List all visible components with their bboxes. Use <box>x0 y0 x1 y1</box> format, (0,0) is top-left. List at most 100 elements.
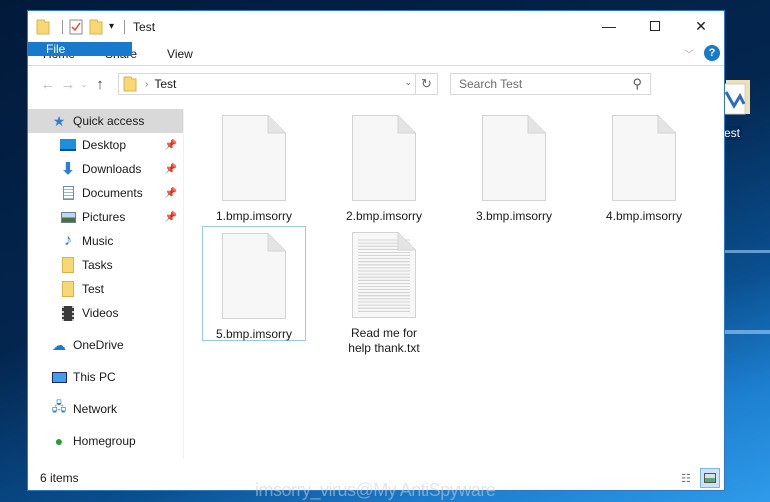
desktop-light-beam <box>720 250 770 253</box>
recent-locations-icon[interactable]: ⌄ <box>78 80 90 89</box>
sidebar-item-label: Documents <box>82 186 143 200</box>
maximize-icon <box>650 21 660 31</box>
computer-icon <box>50 369 68 385</box>
pictures-icon <box>59 209 77 225</box>
forward-arrow-icon[interactable]: → <box>58 76 78 93</box>
tab-file[interactable]: File <box>28 42 132 56</box>
desktop-icon <box>59 137 77 153</box>
sidebar-item-pictures[interactable]: Pictures 📌 <box>28 205 183 229</box>
address-dropdown-icon[interactable]: ⌄ <box>404 77 412 88</box>
film-strip-icon <box>59 305 77 321</box>
sidebar-item-label: Quick access <box>73 114 145 128</box>
file-name: 2.bmp.imsorry <box>345 209 422 223</box>
status-item-count: 6 items <box>40 471 79 485</box>
details-view-button[interactable]: ☷ <box>676 468 696 488</box>
search-input[interactable]: Search Test ⚲ <box>450 73 651 95</box>
sidebar-item-homegroup[interactable]: ● Homegroup <box>28 429 183 453</box>
sidebar-item-label: Desktop <box>82 138 127 152</box>
maximize-button[interactable] <box>632 11 678 41</box>
ribbon-tabs: File Home Share View ﹀ ? <box>28 42 724 66</box>
sidebar-item-downloads[interactable]: ⬇ Downloads 📌 <box>28 157 183 181</box>
sidebar-item-label: OneDrive <box>73 338 124 352</box>
sidebar-item-test[interactable]: Test <box>28 277 183 301</box>
separator <box>124 19 126 34</box>
folder-icon[interactable] <box>36 19 50 35</box>
file-item[interactable]: Read me for help thank.txt <box>332 232 436 356</box>
back-arrow-icon[interactable]: ← <box>38 76 58 93</box>
tab-view[interactable]: View <box>152 42 208 65</box>
file-name: 3.bmp.imsorry <box>475 209 552 223</box>
file-explorer-window: ▾ Test — ✕ File Home Share View ﹀ ? ← → … <box>27 10 725 491</box>
folder-icon <box>59 281 77 297</box>
new-folder-icon[interactable] <box>89 19 103 35</box>
window-title: Test <box>133 19 156 34</box>
blank-file-icon <box>222 115 286 201</box>
folder-icon <box>123 76 137 92</box>
customize-toolbar-icon[interactable]: ▾ <box>109 21 114 32</box>
navigation-bar: ← → ⌄ ↑ › Test ⌄ ↻ Search Test ⚲ <box>28 66 724 102</box>
large-icons-view-icon <box>704 473 716 483</box>
sidebar-item-videos[interactable]: Videos <box>28 301 183 325</box>
file-name: 5.bmp.imsorry <box>215 327 292 341</box>
sidebar-item-music[interactable]: ♪ Music <box>28 229 183 253</box>
file-item[interactable]: 3.bmp.imsorry <box>462 115 566 224</box>
documents-icon <box>59 185 77 201</box>
sidebar-item-label: Videos <box>82 306 119 320</box>
sidebar-item-label: Tasks <box>82 258 113 272</box>
desktop-light-beam <box>720 330 770 334</box>
music-note-icon: ♪ <box>64 232 72 249</box>
refresh-button[interactable]: ↻ <box>415 74 437 94</box>
help-icon[interactable]: ? <box>704 45 720 61</box>
minimize-icon: — <box>602 18 616 34</box>
search-placeholder: Search Test <box>459 77 523 91</box>
sidebar-item-network[interactable]: 🖧 Network <box>28 397 183 421</box>
expand-ribbon-icon[interactable]: ﹀ <box>684 46 694 61</box>
sidebar-item-documents[interactable]: Documents 📌 <box>28 181 183 205</box>
large-icons-view-button[interactable] <box>700 468 720 488</box>
separator <box>62 19 63 34</box>
file-name: Read me for help thank.txt <box>348 326 420 355</box>
address-bar[interactable]: › Test ⌄ ↻ <box>118 73 438 95</box>
folder-icon <box>59 257 77 273</box>
blank-file-icon <box>612 115 676 201</box>
breadcrumb-test[interactable]: Test <box>154 77 176 91</box>
navigation-pane: ★ Quick access Desktop 📌 ⬇ Downloads 📌 D… <box>28 109 184 459</box>
search-icon: ⚲ <box>632 76 642 91</box>
sidebar-item-label: Test <box>82 282 105 296</box>
network-icon: 🖧 <box>51 399 67 414</box>
file-item[interactable]: 1.bmp.imsorry <box>202 115 306 224</box>
sidebar-item-desktop[interactable]: Desktop 📌 <box>28 133 183 157</box>
up-arrow-icon[interactable]: ↑ <box>90 76 110 93</box>
breadcrumb-chevron-icon[interactable]: › <box>145 79 148 90</box>
sidebar-item-quick-access[interactable]: ★ Quick access <box>28 109 183 133</box>
file-item[interactable]: 4.bmp.imsorry <box>592 115 696 224</box>
close-button[interactable]: ✕ <box>678 11 724 41</box>
details-view-icon: ☷ <box>681 472 691 485</box>
sidebar-item-onedrive[interactable]: ☁ OneDrive <box>28 333 183 357</box>
watermark: imsorry_virus@My AntiSpyware <box>255 480 496 500</box>
star-icon: ★ <box>52 112 66 129</box>
download-arrow-icon: ⬇ <box>61 161 75 178</box>
file-item[interactable]: 5.bmp.imsorry <box>202 226 306 341</box>
minimize-button[interactable]: — <box>586 11 632 41</box>
blank-file-icon <box>482 115 546 201</box>
properties-icon[interactable] <box>69 19 83 35</box>
pin-icon[interactable]: 📌 <box>165 164 177 175</box>
blank-file-icon <box>352 115 416 201</box>
file-item[interactable]: 2.bmp.imsorry <box>332 115 436 224</box>
pin-icon[interactable]: 📌 <box>165 212 177 223</box>
desktop-icon-label[interactable]: est <box>722 126 743 140</box>
sidebar-item-label: Downloads <box>82 162 142 176</box>
file-name: 1.bmp.imsorry <box>215 209 292 223</box>
cloud-icon: ☁ <box>52 336 66 353</box>
sidebar-item-label: Homegroup <box>73 434 136 448</box>
sidebar-item-label: Pictures <box>82 210 126 224</box>
sidebar-item-label: Music <box>82 234 114 248</box>
pin-icon[interactable]: 📌 <box>165 140 177 151</box>
refresh-icon: ↻ <box>421 76 432 91</box>
sidebar-item-tasks[interactable]: Tasks <box>28 253 183 277</box>
desktop-folder-icon[interactable] <box>722 78 752 118</box>
sidebar-item-this-pc[interactable]: This PC <box>28 365 183 389</box>
pin-icon[interactable]: 📌 <box>165 188 177 199</box>
homegroup-icon: ● <box>54 433 64 449</box>
